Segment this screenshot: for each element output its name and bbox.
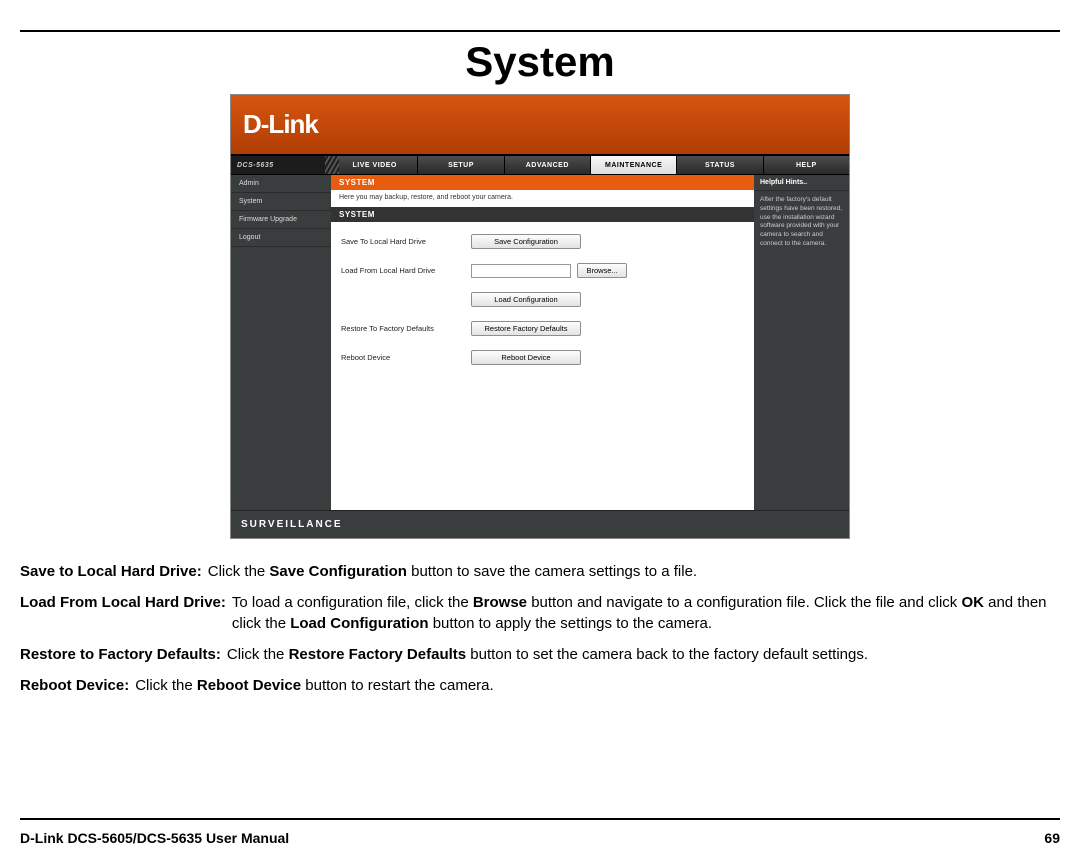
page-title: System [20, 38, 1060, 86]
b: Browse [473, 594, 527, 611]
footer-left: D-Link DCS-5605/DCS-5635 User Manual [20, 830, 289, 846]
desc-save-text: Click the Save Configuration button to s… [208, 561, 1060, 582]
form-area: Save To Local Hard Drive Save Configurat… [331, 222, 754, 391]
t: button and navigate to a configuration f… [527, 594, 961, 611]
top-nav: DCS-5635 LIVE VIDEO SETUP ADVANCED MAINT… [231, 155, 849, 175]
section-title: SYSTEM [331, 175, 754, 190]
ui-body: Admin System Firmware Upgrade Logout SYS… [231, 175, 849, 510]
desc-save: Save to Local Hard Drive: Click the Save… [20, 561, 1060, 582]
desc-load-term: Load From Local Hard Drive: [20, 592, 226, 634]
brand-footer: SURVEILLANCE [231, 510, 849, 538]
section-desc: Here you may backup, restore, and reboot… [331, 190, 754, 207]
t: button to apply the settings to the came… [429, 615, 713, 632]
load-path-input[interactable] [471, 264, 571, 278]
descriptions: Save to Local Hard Drive: Click the Save… [20, 561, 1060, 696]
desc-reboot-term: Reboot Device: [20, 675, 129, 696]
b: OK [961, 594, 984, 611]
hints-panel: Helpful Hints.. After the factory's defa… [754, 175, 849, 510]
hints-body: After the factory's default settings hav… [754, 191, 849, 254]
row-reboot: Reboot Device Reboot Device [341, 350, 744, 365]
model-badge: DCS-5635 [231, 156, 331, 174]
t: Click the [227, 646, 289, 663]
b: Save Configuration [269, 563, 407, 580]
b: Reboot Device [197, 677, 301, 694]
label-save: Save To Local Hard Drive [341, 237, 471, 246]
tab-help[interactable]: HELP [763, 156, 849, 174]
desc-load: Load From Local Hard Drive: To load a co… [20, 592, 1060, 634]
hints-title: Helpful Hints.. [754, 175, 849, 191]
t: button to restart the camera. [301, 677, 494, 694]
top-rule [20, 30, 1060, 32]
desc-save-term: Save to Local Hard Drive: [20, 561, 202, 582]
main-panel: SYSTEM Here you may backup, restore, and… [331, 175, 754, 510]
tab-advanced[interactable]: ADVANCED [504, 156, 590, 174]
sidebar-item-logout[interactable]: Logout [231, 229, 331, 247]
t: To load a configuration file, click the [232, 594, 473, 611]
desc-load-text: To load a configuration file, click the … [232, 592, 1060, 634]
b: Restore Factory Defaults [289, 646, 467, 663]
sidebar-item-system[interactable]: System [231, 193, 331, 211]
tab-setup[interactable]: SETUP [417, 156, 503, 174]
sidebar-item-admin[interactable]: Admin [231, 175, 331, 193]
t: button to save the camera settings to a … [407, 563, 697, 580]
page-footer: D-Link DCS-5605/DCS-5635 User Manual 69 [20, 830, 1060, 846]
b: Load Configuration [290, 615, 428, 632]
desc-restore: Restore to Factory Defaults: Click the R… [20, 644, 1060, 665]
save-configuration-button[interactable]: Save Configuration [471, 234, 581, 249]
load-configuration-button[interactable]: Load Configuration [471, 292, 581, 307]
t: Click the [135, 677, 197, 694]
desc-restore-text: Click the Restore Factory Defaults butto… [227, 644, 1060, 665]
browse-button[interactable]: Browse... [577, 263, 627, 278]
dlink-logo: D-Link [243, 109, 318, 139]
tab-live-video[interactable]: LIVE VIDEO [331, 156, 417, 174]
reboot-device-button[interactable]: Reboot Device [471, 350, 581, 365]
screenshot-container: D-Link DCS-5635 LIVE VIDEO SETUP ADVANCE… [20, 94, 1060, 539]
desc-restore-term: Restore to Factory Defaults: [20, 644, 221, 665]
tab-maintenance[interactable]: MAINTENANCE [590, 156, 676, 174]
label-reboot: Reboot Device [341, 353, 471, 362]
row-save: Save To Local Hard Drive Save Configurat… [341, 234, 744, 249]
desc-reboot: Reboot Device: Click the Reboot Device b… [20, 675, 1060, 696]
label-restore: Restore To Factory Defaults [341, 324, 471, 333]
label-load: Load From Local Hard Drive [341, 266, 471, 275]
left-sidebar: Admin System Firmware Upgrade Logout [231, 175, 331, 510]
tab-status[interactable]: STATUS [676, 156, 762, 174]
section-bar: SYSTEM [331, 207, 754, 222]
footer-right: 69 [1044, 830, 1060, 846]
t: Click the [208, 563, 270, 580]
sidebar-item-firmware[interactable]: Firmware Upgrade [231, 211, 331, 229]
desc-reboot-text: Click the Reboot Device button to restar… [135, 675, 1060, 696]
row-load: Load From Local Hard Drive Browse... [341, 263, 744, 278]
row-restore: Restore To Factory Defaults Restore Fact… [341, 321, 744, 336]
admin-ui: D-Link DCS-5635 LIVE VIDEO SETUP ADVANCE… [230, 94, 850, 539]
restore-factory-defaults-button[interactable]: Restore Factory Defaults [471, 321, 581, 336]
t: button to set the camera back to the fac… [466, 646, 868, 663]
row-load-apply: Load Configuration [341, 292, 744, 307]
brand-header: D-Link [231, 95, 849, 155]
bottom-rule [20, 818, 1060, 820]
